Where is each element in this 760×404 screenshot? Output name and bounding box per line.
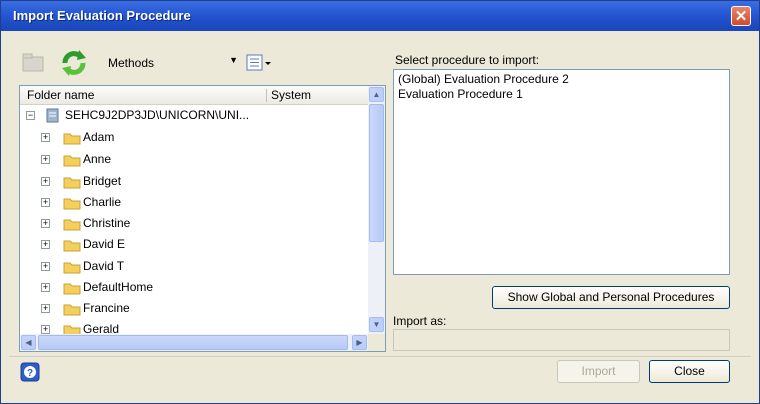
close-icon: ✕	[734, 8, 748, 25]
import-as-field[interactable]	[393, 329, 730, 351]
close-window-button[interactable]: ✕	[731, 6, 751, 26]
svg-text:?: ?	[27, 368, 33, 379]
expand-icon[interactable]: +	[41, 133, 50, 142]
folder-label: Charlie	[83, 195, 122, 209]
methods-dropdown[interactable]: Methods ▼	[100, 54, 240, 72]
methods-dropdown-value: Methods	[108, 56, 155, 70]
folder-label: Bridget	[83, 174, 122, 188]
tree-vertical-scrollbar[interactable]: ▲ ▼	[368, 86, 385, 334]
vertical-scroll-thumb[interactable]	[369, 104, 384, 242]
tree-header: Folder name System	[20, 86, 368, 105]
folder-icon	[63, 283, 81, 295]
folder-icon	[63, 240, 81, 252]
expand-icon[interactable]: +	[41, 262, 50, 271]
collapse-icon[interactable]: −	[26, 111, 35, 120]
title-bar[interactable]: Import Evaluation Procedure ✕	[1, 1, 759, 31]
folder-icon	[63, 177, 81, 189]
scroll-up-button[interactable]: ▲	[369, 87, 384, 102]
folder-icon	[63, 133, 81, 145]
scroll-right-button[interactable]: ▶	[352, 335, 367, 350]
expand-icon[interactable]: +	[41, 177, 50, 186]
folder-icon	[63, 198, 81, 210]
expand-icon[interactable]: +	[41, 283, 50, 292]
folder-icon	[63, 262, 81, 274]
folder-label: David E	[83, 237, 126, 251]
folder-icon	[63, 304, 81, 316]
tree-item-defaulthome[interactable]: + DefaultHome	[20, 277, 368, 298]
tree-item-anne[interactable]: + Anne	[20, 149, 368, 170]
import-button[interactable]: Import	[557, 360, 640, 383]
folder-label: Adam	[83, 130, 115, 144]
view-options-icon[interactable]	[246, 54, 274, 72]
help-icon[interactable]: ?	[20, 362, 40, 382]
procedure-list[interactable]: (Global) Evaluation Procedure 2 Evaluati…	[393, 69, 730, 275]
procedure-item[interactable]: (Global) Evaluation Procedure 2	[398, 72, 569, 86]
column-folder-name[interactable]: Folder name	[27, 88, 94, 102]
divider	[9, 356, 751, 357]
tree-item-david-t[interactable]: + David T	[20, 256, 368, 277]
folder-icon	[63, 219, 81, 231]
dialog-title: Import Evaluation Procedure	[13, 8, 191, 23]
show-global-personal-button[interactable]: Show Global and Personal Procedures	[492, 286, 730, 309]
folder-tree[interactable]: Folder name System − SEHC9J2DP3JD\UNICOR…	[19, 85, 386, 352]
procedure-item[interactable]: Evaluation Procedure 1	[398, 87, 523, 101]
tree-item-charlie[interactable]: + Charlie	[20, 192, 368, 213]
tree-item-christine[interactable]: + Christine	[20, 213, 368, 234]
import-as-label: Import as:	[393, 314, 447, 328]
scroll-down-button[interactable]: ▼	[369, 317, 384, 332]
tree-item-adam[interactable]: + Adam	[20, 127, 368, 148]
import-dialog: Import Evaluation Procedure ✕ Methods ▼ …	[0, 0, 760, 404]
folder-label: Anne	[83, 152, 112, 166]
up-folder-icon	[22, 53, 44, 72]
folder-label: Francine	[83, 301, 130, 315]
expand-icon[interactable]: +	[41, 219, 50, 228]
column-divider[interactable]	[266, 89, 267, 102]
expand-icon[interactable]: +	[41, 198, 50, 207]
refresh-icon[interactable]	[59, 48, 89, 78]
database-icon	[46, 108, 59, 123]
expand-icon[interactable]: +	[41, 304, 50, 313]
select-procedure-label: Select procedure to import:	[395, 53, 540, 67]
folder-label: David T	[83, 259, 125, 273]
expand-icon[interactable]: +	[41, 155, 50, 164]
tree-root[interactable]: − SEHC9J2DP3JD\UNICORN\UNI...	[20, 105, 368, 126]
tree-item-bridget[interactable]: + Bridget	[20, 171, 368, 192]
expand-icon[interactable]: +	[41, 325, 50, 334]
chevron-down-icon: ▼	[229, 55, 238, 65]
expand-icon[interactable]: +	[41, 240, 50, 249]
scrollbar-corner	[368, 334, 385, 351]
column-system[interactable]: System	[271, 88, 311, 102]
horizontal-scroll-thumb[interactable]	[38, 335, 348, 350]
folder-icon	[63, 155, 81, 167]
tree-item-david-e[interactable]: + David E	[20, 234, 368, 255]
scroll-left-button[interactable]: ◀	[21, 335, 36, 350]
tree-item-francine[interactable]: + Francine	[20, 298, 368, 319]
folder-label: DefaultHome	[83, 280, 154, 294]
tree-horizontal-scrollbar[interactable]: ◀ ▶	[20, 334, 368, 351]
tree-root-label: SEHC9J2DP3JD\UNICORN\UNI...	[65, 108, 250, 122]
close-button[interactable]: Close	[649, 360, 730, 383]
folder-label: Christine	[83, 216, 131, 230]
